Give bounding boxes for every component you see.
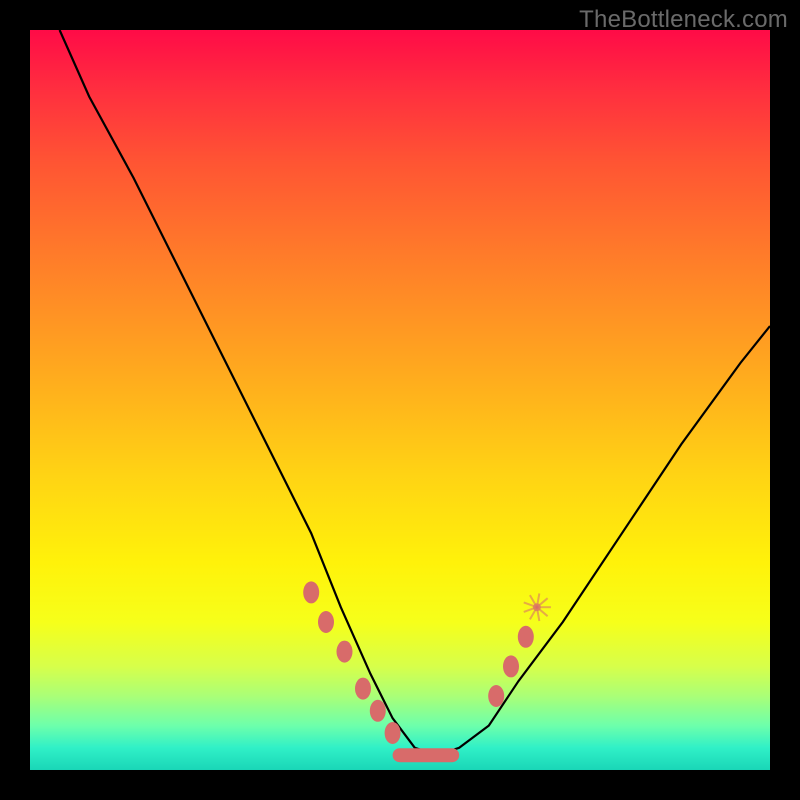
data-marker [355,678,371,700]
data-marker [370,700,386,722]
watermark-text: TheBottleneck.com [579,6,788,34]
marker-cluster-left [303,581,400,744]
bottleneck-curve [60,30,770,755]
marker-bottom-pill [393,748,460,762]
data-marker [337,641,353,663]
data-marker [303,581,319,603]
marker-flare [524,593,551,621]
marker-cluster-right [488,626,534,707]
data-marker [518,626,534,648]
data-marker [503,655,519,677]
plot-area [30,30,770,770]
data-marker [385,722,401,744]
data-marker [318,611,334,633]
data-marker [488,685,504,707]
chart-svg [30,30,770,770]
